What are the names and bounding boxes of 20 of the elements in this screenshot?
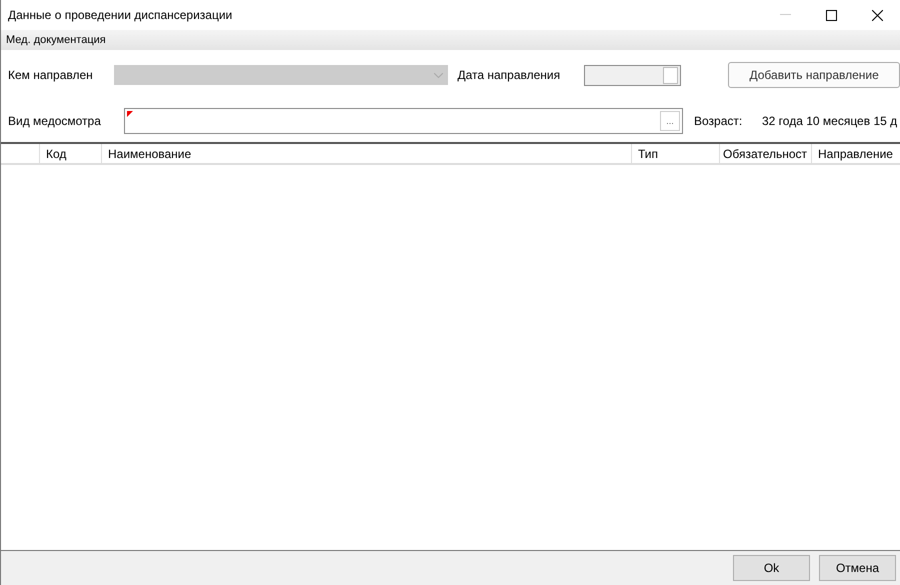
field-label: Дата направления xyxy=(457,68,558,82)
close-icon[interactable] xyxy=(872,10,882,20)
cancel-button[interactable]: Отмена xyxy=(819,555,896,581)
field-label: Вид медосмотра xyxy=(8,114,102,128)
browse-button[interactable]: ... xyxy=(660,111,680,131)
column-header[interactable]: Наименование xyxy=(101,144,631,163)
window-title: Данные о проведении диспансеризации xyxy=(8,8,234,22)
add-referral-button[interactable]: Добавить направление xyxy=(728,62,900,88)
column-header[interactable]: Направление xyxy=(811,144,900,163)
exam-type-field[interactable]: ... xyxy=(124,108,683,134)
column-header[interactable]: Тип xyxy=(631,144,719,163)
column-header[interactable]: Код xyxy=(39,144,101,163)
section-title: Мед. документация xyxy=(6,34,106,46)
age-value: 32 года 10 месяцев 15 д xyxy=(762,114,898,128)
chevron-icon xyxy=(434,72,444,78)
maximize-icon[interactable] xyxy=(826,10,836,20)
field-label: Кем направлен xyxy=(8,68,94,82)
age-label: Возраст: xyxy=(694,114,744,128)
ok-button[interactable]: Ok xyxy=(733,555,810,581)
column-header[interactable]: Обязательност xyxy=(719,144,811,163)
